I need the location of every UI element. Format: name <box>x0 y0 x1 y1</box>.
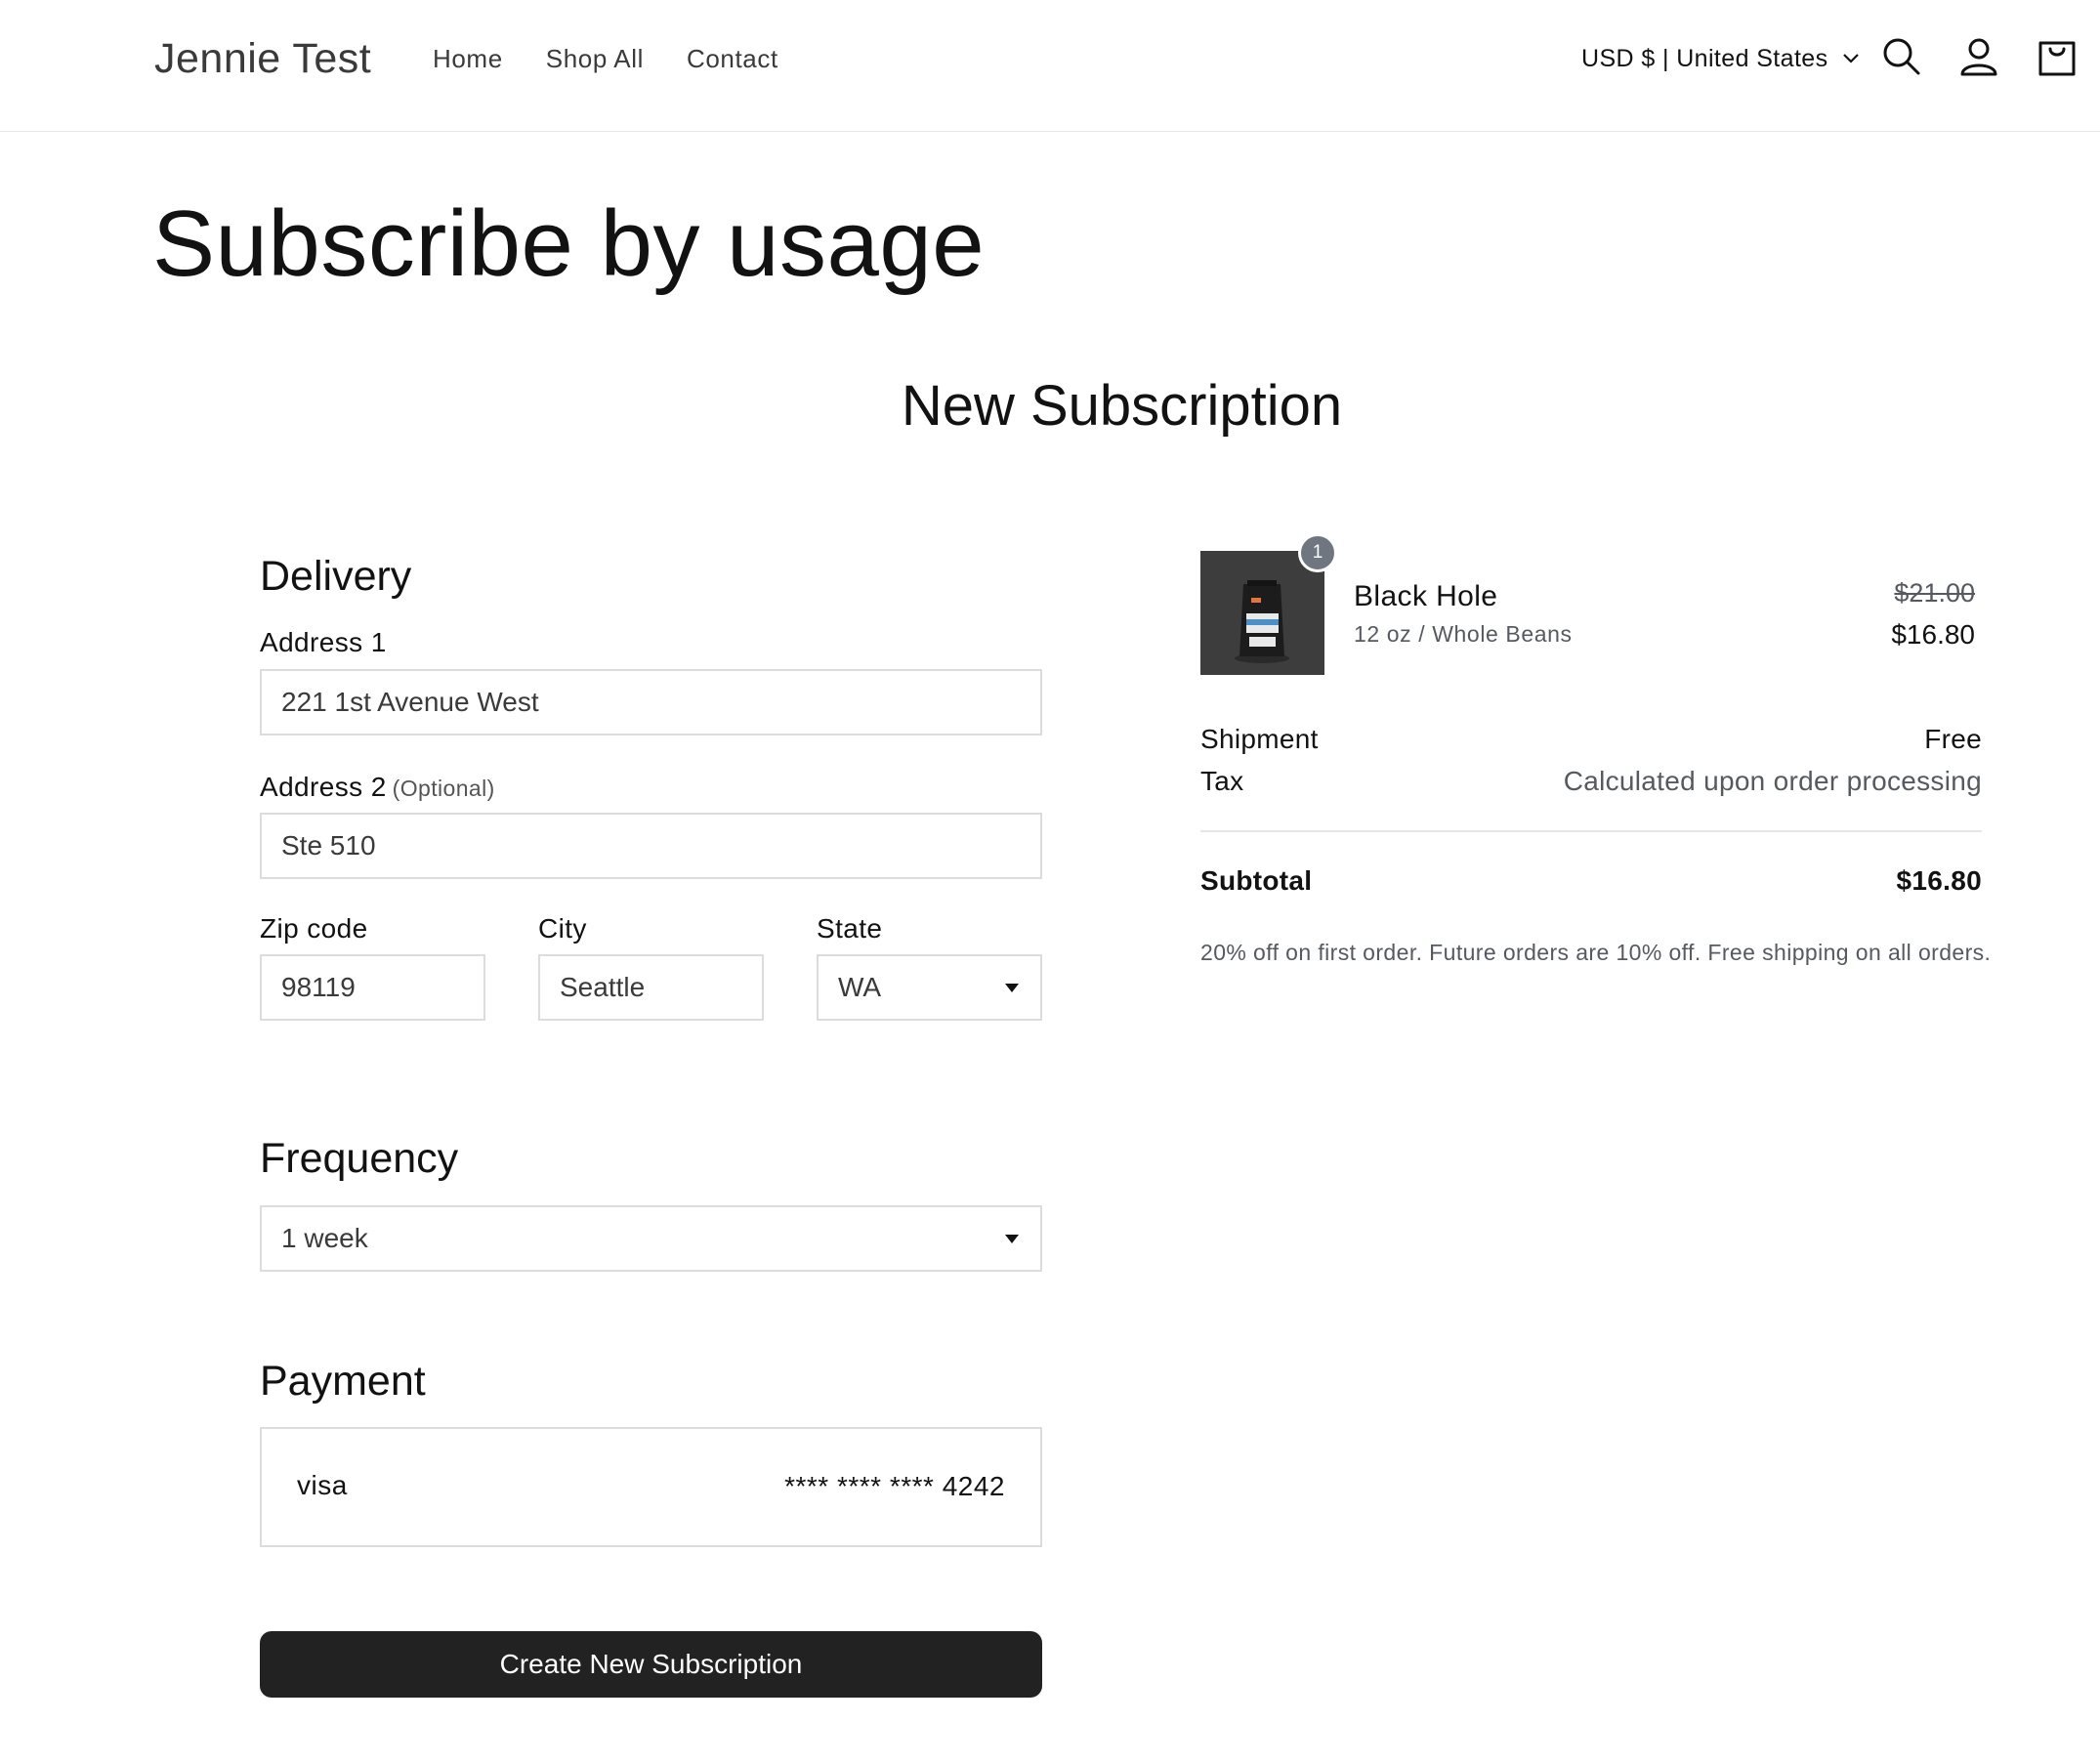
create-subscription-button[interactable]: Create New Subscription <box>260 1631 1042 1698</box>
delivery-heading: Delivery <box>260 553 412 600</box>
product-variant: 12 oz / Whole Beans <box>1354 621 1573 647</box>
discount-note: 20% off on first order. Future orders ar… <box>1200 940 1992 965</box>
shipment-label: Shipment <box>1200 724 1319 754</box>
subtotal-value: $16.80 <box>1896 865 1982 896</box>
city-label: City <box>538 913 587 944</box>
address1-field[interactable]: 221 1st Avenue West <box>260 669 1042 735</box>
address2-label-text: Address 2 <box>260 772 387 802</box>
payment-method-card[interactable]: visa **** **** **** 4242 <box>260 1427 1042 1547</box>
frequency-heading: Frequency <box>260 1135 459 1182</box>
main-nav: Home Shop All Contact <box>433 39 778 78</box>
state-select-value: WA <box>838 972 882 1002</box>
address2-field[interactable]: Ste 510 <box>260 813 1042 879</box>
caret-down-icon <box>1005 1234 1019 1243</box>
cart-icon[interactable] <box>2036 35 2079 78</box>
shipment-value: Free <box>1924 724 1982 754</box>
product-thumbnail <box>1200 551 1324 675</box>
city-field[interactable]: Seattle <box>538 954 764 1021</box>
account-icon[interactable] <box>1957 35 2000 78</box>
card-brand: visa <box>297 1470 348 1500</box>
summary-divider <box>1200 830 1982 832</box>
discounted-price: $16.80 <box>1891 619 1975 650</box>
page-title: Subscribe by usage <box>152 191 986 296</box>
subtotal-label: Subtotal <box>1200 865 1313 896</box>
optional-tag: (Optional) <box>392 776 495 801</box>
quantity-badge: 1 <box>1298 533 1337 572</box>
coffee-bag-image <box>1200 551 1324 675</box>
search-icon[interactable] <box>1880 35 1923 78</box>
nav-item-home[interactable]: Home <box>433 39 503 78</box>
frequency-select-value: 1 week <box>281 1223 368 1253</box>
payment-heading: Payment <box>260 1358 426 1405</box>
address2-label: Address 2 (Optional) <box>260 770 495 806</box>
address1-label: Address 1 <box>260 627 387 657</box>
store-logo[interactable]: Jennie Test <box>154 29 371 88</box>
tax-label: Tax <box>1200 766 1244 796</box>
chevron-down-icon <box>1842 54 1859 63</box>
section-title: New Subscription <box>901 374 1343 438</box>
locale-label: USD $ | United States <box>1581 45 1828 72</box>
site-header: Jennie Test Home Shop All Contact USD $ … <box>0 0 2100 132</box>
original-price: $21.00 <box>1894 578 1975 608</box>
tax-value: Calculated upon order processing <box>1563 766 1982 796</box>
caret-down-icon <box>1005 983 1019 992</box>
frequency-select[interactable]: 1 week <box>260 1205 1042 1272</box>
card-number: **** **** **** 4242 <box>784 1471 1005 1501</box>
nav-item-contact[interactable]: Contact <box>687 39 778 78</box>
locale-selector[interactable]: USD $ | United States <box>1581 39 1860 78</box>
state-select[interactable]: WA <box>817 954 1042 1021</box>
product-name: Black Hole <box>1354 580 1498 612</box>
zip-field[interactable]: 98119 <box>260 954 485 1021</box>
state-label: State <box>817 913 883 944</box>
zip-label: Zip code <box>260 913 368 944</box>
nav-item-shop-all[interactable]: Shop All <box>546 39 644 78</box>
